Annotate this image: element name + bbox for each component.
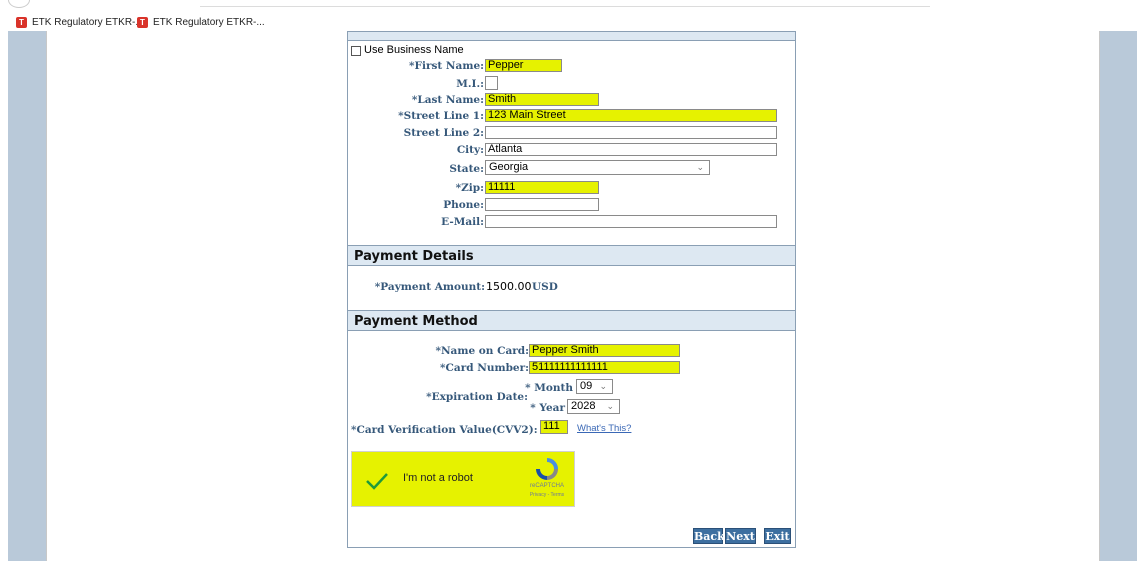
mi-label: M.I.: xyxy=(456,78,484,90)
year-select[interactable]: 2028 ⌄ xyxy=(567,399,620,414)
street-line-1-field[interactable]: 123 Main Street xyxy=(485,109,777,122)
recaptcha-privacy-terms[interactable]: Privacy - Terms xyxy=(524,492,570,498)
month-select-value: 09 xyxy=(580,380,593,392)
last-name-field[interactable]: Smith xyxy=(485,93,599,106)
left-frame xyxy=(8,31,46,561)
cvv-label: *Card Verification Value(CVV2): xyxy=(351,424,538,436)
card-number-label: *Card Number: xyxy=(440,362,529,374)
state-select-value: Georgia xyxy=(489,161,529,173)
street-line-2-field[interactable] xyxy=(485,126,777,139)
recaptcha-label: I'm not a robot xyxy=(403,472,473,484)
name-on-card-label: *Name on Card: xyxy=(435,345,529,357)
month-label: * Month xyxy=(525,382,573,394)
payment-currency: USD xyxy=(532,281,558,293)
zip-field[interactable]: 11111 xyxy=(485,181,599,194)
chevron-down-icon: ⌄ xyxy=(599,381,607,391)
right-frame-border xyxy=(1099,31,1100,561)
expiration-date-label: *Expiration Date: xyxy=(426,391,528,403)
chevron-down-icon: ⌄ xyxy=(606,401,614,411)
year-label: * Year xyxy=(530,402,565,414)
payment-details-header: Payment Details xyxy=(348,245,795,266)
state-label: State: xyxy=(449,163,484,175)
use-business-name-label: Use Business Name xyxy=(364,44,464,56)
chevron-down-icon: ⌄ xyxy=(696,162,704,172)
address-bar-edge xyxy=(200,6,930,7)
last-name-label: *Last Name: xyxy=(411,94,484,106)
phone-label: Phone: xyxy=(443,199,484,211)
payment-amount-value: 1500.00 xyxy=(486,280,532,293)
exit-button[interactable]: Exit xyxy=(764,528,791,544)
email-label: E-Mail: xyxy=(441,216,484,228)
bookmark-2-label: ETK Regulatory ETKR-... xyxy=(153,17,265,28)
phone-field[interactable] xyxy=(485,198,599,211)
billing-address-header xyxy=(348,32,795,41)
street-line-1-label: *Street Line 1: xyxy=(398,110,484,122)
first-name-label: *First Name: xyxy=(409,60,484,72)
right-frame xyxy=(1100,31,1137,561)
whats-this-link[interactable]: What's This? xyxy=(577,423,631,434)
checkmark-icon[interactable] xyxy=(365,472,389,490)
city-field[interactable]: Atlanta xyxy=(485,143,777,156)
recaptcha-brand: reCAPTCHA xyxy=(529,483,564,489)
year-select-value: 2028 xyxy=(571,400,596,412)
zip-label: *Zip: xyxy=(455,182,484,194)
payment-form-panel: Use Business Name *First Name: Pepper M.… xyxy=(347,31,796,548)
payment-amount-label: *Payment Amount: xyxy=(374,281,485,293)
back-button[interactable]: Back xyxy=(693,528,725,544)
bookmarks-bar: T ETK Regulatory ETKR-... T ETK Regulato… xyxy=(0,0,1137,31)
state-select[interactable]: Georgia ⌄ xyxy=(485,160,710,175)
street-line-2-label: Street Line 2: xyxy=(403,127,484,139)
bookmark-2[interactable]: T ETK Regulatory ETKR-... xyxy=(137,17,265,28)
browser-tab-edge xyxy=(8,0,30,8)
city-label: City: xyxy=(456,144,484,156)
email-field[interactable] xyxy=(485,215,777,228)
etk-favicon-icon: T xyxy=(137,17,148,28)
mi-field[interactable] xyxy=(485,76,498,90)
name-on-card-field[interactable]: Pepper Smith xyxy=(529,344,680,357)
cvv-field[interactable]: 111 xyxy=(540,420,568,434)
card-number-field[interactable]: 51111111111111 xyxy=(529,361,680,374)
use-business-name-checkbox[interactable] xyxy=(351,46,361,56)
payment-method-header: Payment Method xyxy=(348,310,795,331)
next-button[interactable]: Next xyxy=(725,528,756,544)
etk-favicon-icon: T xyxy=(16,17,27,28)
recaptcha-logo-icon xyxy=(536,458,558,480)
recaptcha-widget[interactable]: I'm not a robot reCAPTCHA Privacy - Term… xyxy=(351,451,575,507)
month-select[interactable]: 09 ⌄ xyxy=(576,379,613,394)
left-frame-border xyxy=(46,31,47,561)
bookmark-1[interactable]: T ETK Regulatory ETKR-... xyxy=(16,17,144,28)
bookmark-1-label: ETK Regulatory ETKR-... xyxy=(32,17,144,28)
first-name-field[interactable]: Pepper xyxy=(485,59,562,72)
